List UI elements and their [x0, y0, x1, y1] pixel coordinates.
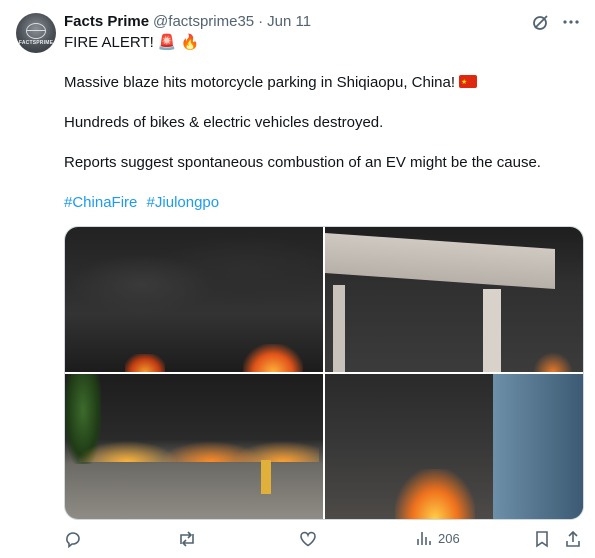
more-icon[interactable]	[562, 13, 580, 31]
photo-2[interactable]	[325, 227, 583, 372]
tweet-content: Facts Prime @factsprime35 · Jun 11 FIRE …	[64, 13, 584, 213]
author-handle[interactable]: @factsprime35	[153, 13, 254, 31]
media-grid	[64, 226, 584, 520]
tweet-line-3: Hundreds of bikes & electric vehicles de…	[64, 114, 384, 131]
action-bar: 206	[64, 530, 584, 552]
photo-3[interactable]	[65, 374, 323, 519]
tweet-line-2: Massive blaze hits motorcycle parking in…	[64, 73, 584, 93]
author-name[interactable]: Facts Prime	[64, 13, 149, 31]
reply-button[interactable]	[64, 530, 82, 548]
views-count: 206	[438, 530, 460, 546]
tweet-header: Facts Prime @factsprime35 · Jun 11	[64, 13, 584, 31]
photo-4[interactable]	[325, 374, 583, 519]
tweet-text: FIRE ALERT! 🚨 🔥 Massive blaze hits motor…	[64, 33, 584, 213]
globe-icon	[26, 22, 46, 39]
tweet-line-4: Reports suggest spontaneous combustion o…	[64, 154, 541, 171]
avatar-brand: FACTSPRIME	[18, 39, 54, 46]
like-icon	[299, 530, 317, 548]
separator-dot: ·	[258, 13, 264, 30]
tweet-line-2-text: Massive blaze hits motorcycle parking in…	[64, 74, 456, 91]
bookmark-button[interactable]	[534, 530, 550, 548]
share-button[interactable]	[564, 530, 582, 548]
tweet-line-1: FIRE ALERT! 🚨 🔥	[64, 34, 200, 51]
retweet-icon	[177, 530, 197, 548]
hashtags: #ChinaFire #Jiulongpo	[64, 193, 584, 213]
views-button[interactable]: 206	[416, 530, 460, 546]
avatar[interactable]: FACTSPRIME	[16, 13, 56, 53]
photo-1[interactable]	[65, 227, 323, 372]
share-icon	[564, 530, 582, 548]
reply-icon	[64, 530, 82, 548]
grok-icon[interactable]	[532, 13, 550, 31]
retweet-button[interactable]	[177, 530, 197, 548]
hashtag-chinafire[interactable]: #ChinaFire	[64, 194, 137, 211]
china-flag-icon	[459, 73, 478, 93]
header-icons	[532, 13, 580, 31]
hashtag-jiulongpo[interactable]: #Jiulongpo	[147, 194, 220, 211]
views-icon	[416, 530, 432, 546]
tweet-date[interactable]: Jun 11	[267, 13, 311, 31]
like-button[interactable]	[299, 530, 317, 548]
bookmark-icon	[534, 530, 550, 548]
